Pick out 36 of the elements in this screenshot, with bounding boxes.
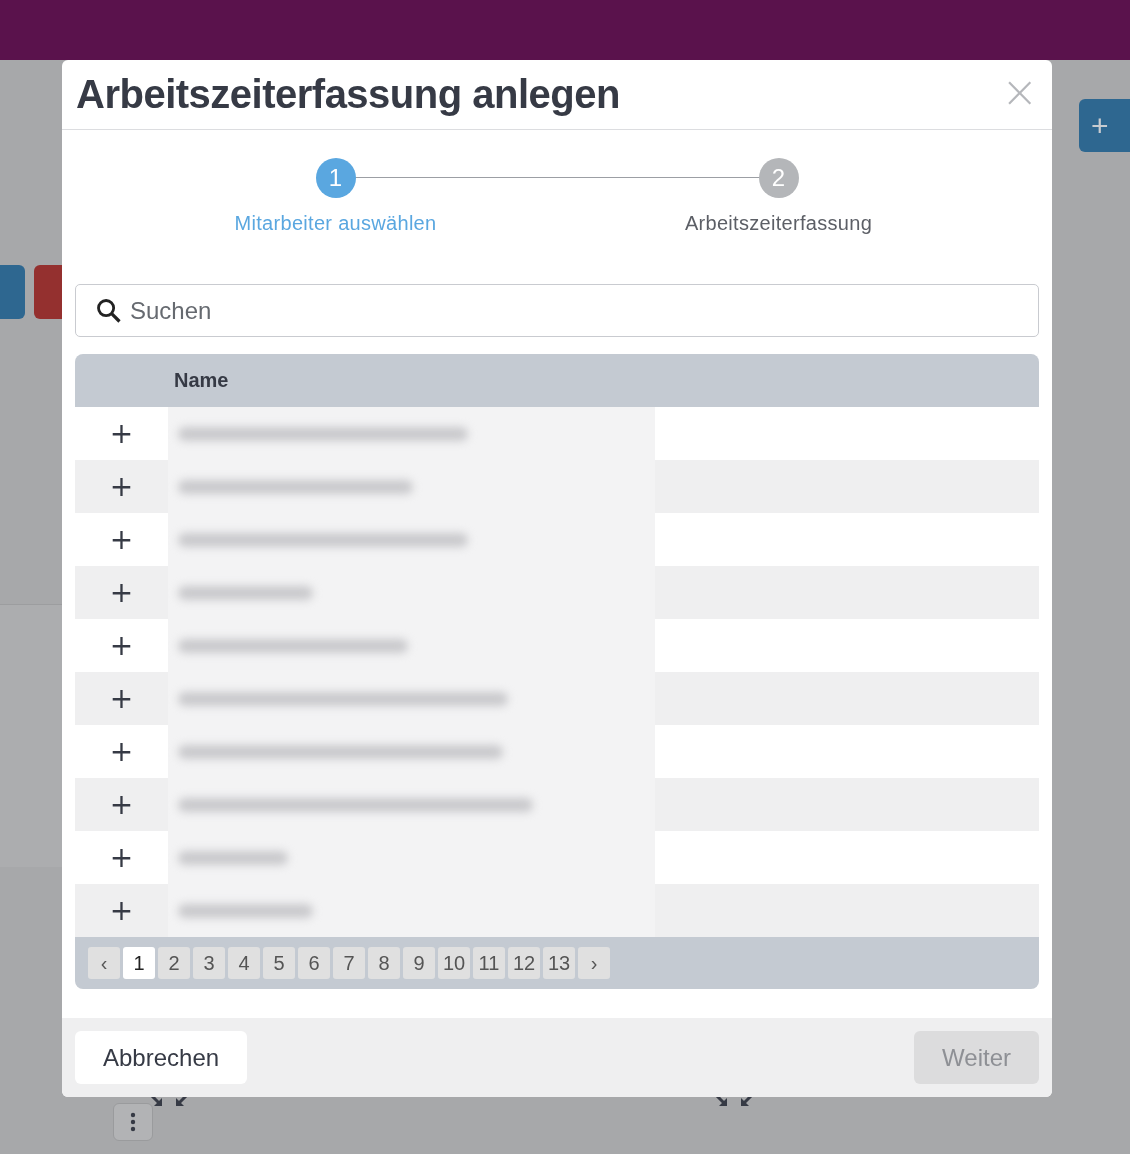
column-header: Name	[173, 369, 230, 392]
more-button[interactable]	[113, 1103, 153, 1141]
search-field[interactable]: Suchen	[75, 284, 1039, 337]
page-button[interactable]: 10	[438, 947, 470, 979]
add-row-button[interactable]: +	[109, 578, 134, 607]
page-button[interactable]: 4	[228, 947, 260, 979]
page-button[interactable]: 9	[403, 947, 435, 979]
add-button[interactable]: +	[1079, 99, 1130, 152]
kebab-icon	[130, 1112, 136, 1132]
add-row-button[interactable]: +	[109, 419, 134, 448]
add-row-button[interactable]: +	[109, 843, 134, 872]
next-page-button[interactable]: ›	[578, 947, 610, 979]
add-row-button[interactable]: +	[109, 525, 134, 554]
page-button[interactable]: 8	[368, 947, 400, 979]
background-tile	[0, 265, 25, 319]
add-row-button[interactable]: +	[109, 737, 134, 766]
cancel-button[interactable]: Abbrechen	[75, 1031, 248, 1084]
add-row-button[interactable]: +	[109, 684, 134, 713]
add-row-button[interactable]: +	[109, 631, 134, 660]
page-button[interactable]: 12	[508, 947, 540, 979]
previous-page-button[interactable]: ‹	[88, 947, 120, 979]
add-row-button[interactable]: +	[109, 790, 134, 819]
page-button[interactable]: 5	[263, 947, 295, 979]
step-label: Arbeitszeiterfassung	[684, 212, 873, 235]
page-button[interactable]: 3	[193, 947, 225, 979]
page-button[interactable]: 11	[473, 947, 505, 979]
search-icon	[95, 297, 123, 325]
dialog-title: Arbeitszeiterfassung anlegen	[76, 72, 620, 117]
page-button[interactable]: 13	[543, 947, 575, 979]
page-button[interactable]: 6	[298, 947, 330, 979]
step-label: Mitarbeiter auswählen	[234, 212, 437, 235]
page-button[interactable]: 2	[158, 947, 190, 979]
page-button[interactable]: 1	[123, 947, 155, 979]
page-button[interactable]: 7	[333, 947, 365, 979]
add-row-button[interactable]: +	[109, 896, 134, 925]
add-row-button[interactable]: +	[109, 472, 134, 501]
